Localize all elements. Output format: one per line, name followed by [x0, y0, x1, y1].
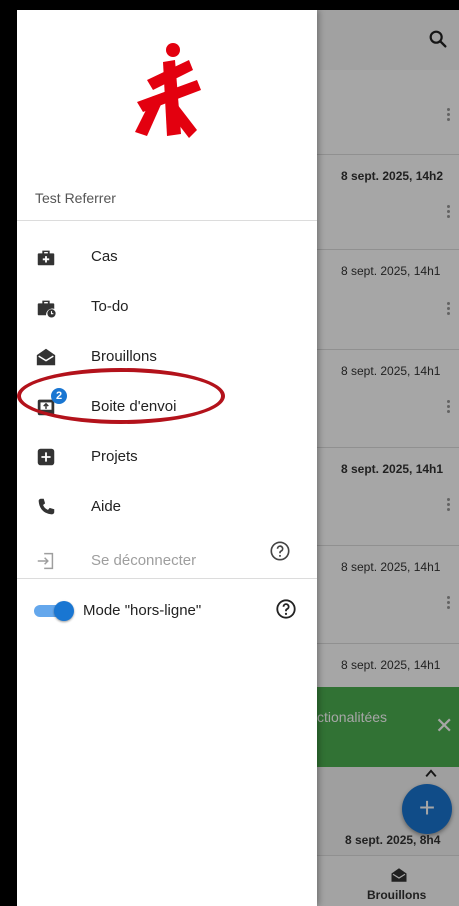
divider — [17, 220, 317, 221]
phone-icon — [38, 498, 55, 515]
help-icon[interactable] — [269, 540, 291, 562]
help-icon[interactable] — [275, 598, 297, 620]
menu-item-label: To-do — [91, 298, 129, 315]
briefcase-clock-icon — [37, 300, 56, 318]
menu-item-label: Aide — [91, 498, 122, 515]
msf-logo — [135, 43, 201, 138]
divider — [17, 578, 317, 579]
offline-mode-toggle[interactable] — [34, 601, 74, 621]
menu-item-label: Projets — [91, 448, 138, 465]
menu-item-label: Cas — [91, 248, 118, 265]
menu-item-label: Se déconnecter — [91, 552, 197, 569]
menu-item-todo[interactable]: To-do — [17, 282, 317, 332]
menu-item-cas[interactable]: Cas — [17, 232, 317, 282]
envelope-open-icon — [36, 348, 56, 366]
device-frame: 8 sept. 2025, 14h2 8 sept. 2025, 14h1 8 … — [0, 0, 459, 906]
menu-item-aide[interactable]: Aide — [17, 482, 317, 532]
toggle-knob — [54, 601, 74, 621]
offline-mode-label: Mode "hors-ligne" — [83, 602, 202, 619]
annotation-circle — [17, 368, 225, 424]
logout-icon — [37, 552, 54, 570]
navigation-drawer: Test Referrer Cas To-do Brouillons 2 Boi… — [17, 10, 317, 906]
user-name: Test Referrer — [35, 190, 116, 206]
medkit-icon — [37, 250, 55, 266]
plus-square-icon — [37, 448, 55, 466]
app-screen: 8 sept. 2025, 14h2 8 sept. 2025, 14h1 8 … — [17, 10, 459, 906]
menu-item-label: Brouillons — [91, 348, 157, 365]
menu-item-projets[interactable]: Projets — [17, 432, 317, 482]
